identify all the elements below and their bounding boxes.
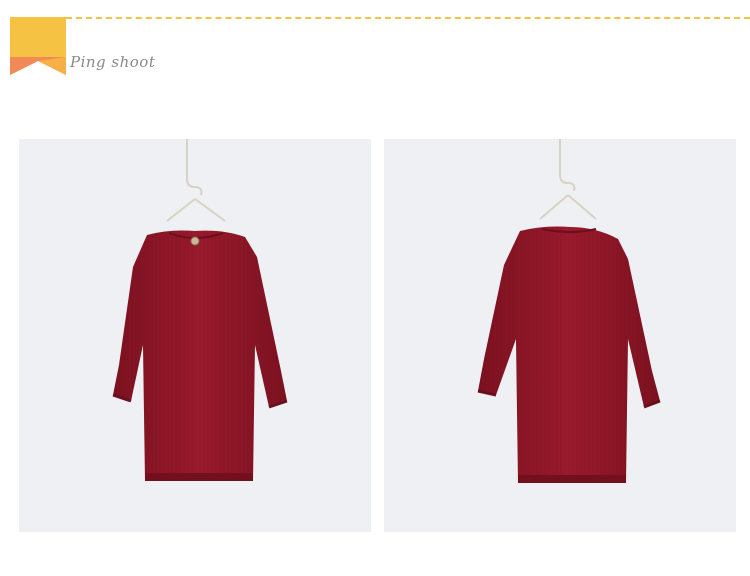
product-photo-front (19, 139, 371, 532)
section-title: Ping shoot (70, 53, 156, 71)
product-detail-page: Ping shoot (0, 0, 750, 576)
ribbon-bookmark-icon (10, 17, 66, 75)
sweater-dress-back-photo (477, 139, 661, 483)
sweater-dress-front-photo (112, 139, 288, 481)
product-photo-back (384, 139, 736, 532)
dashed-divider (66, 17, 750, 19)
